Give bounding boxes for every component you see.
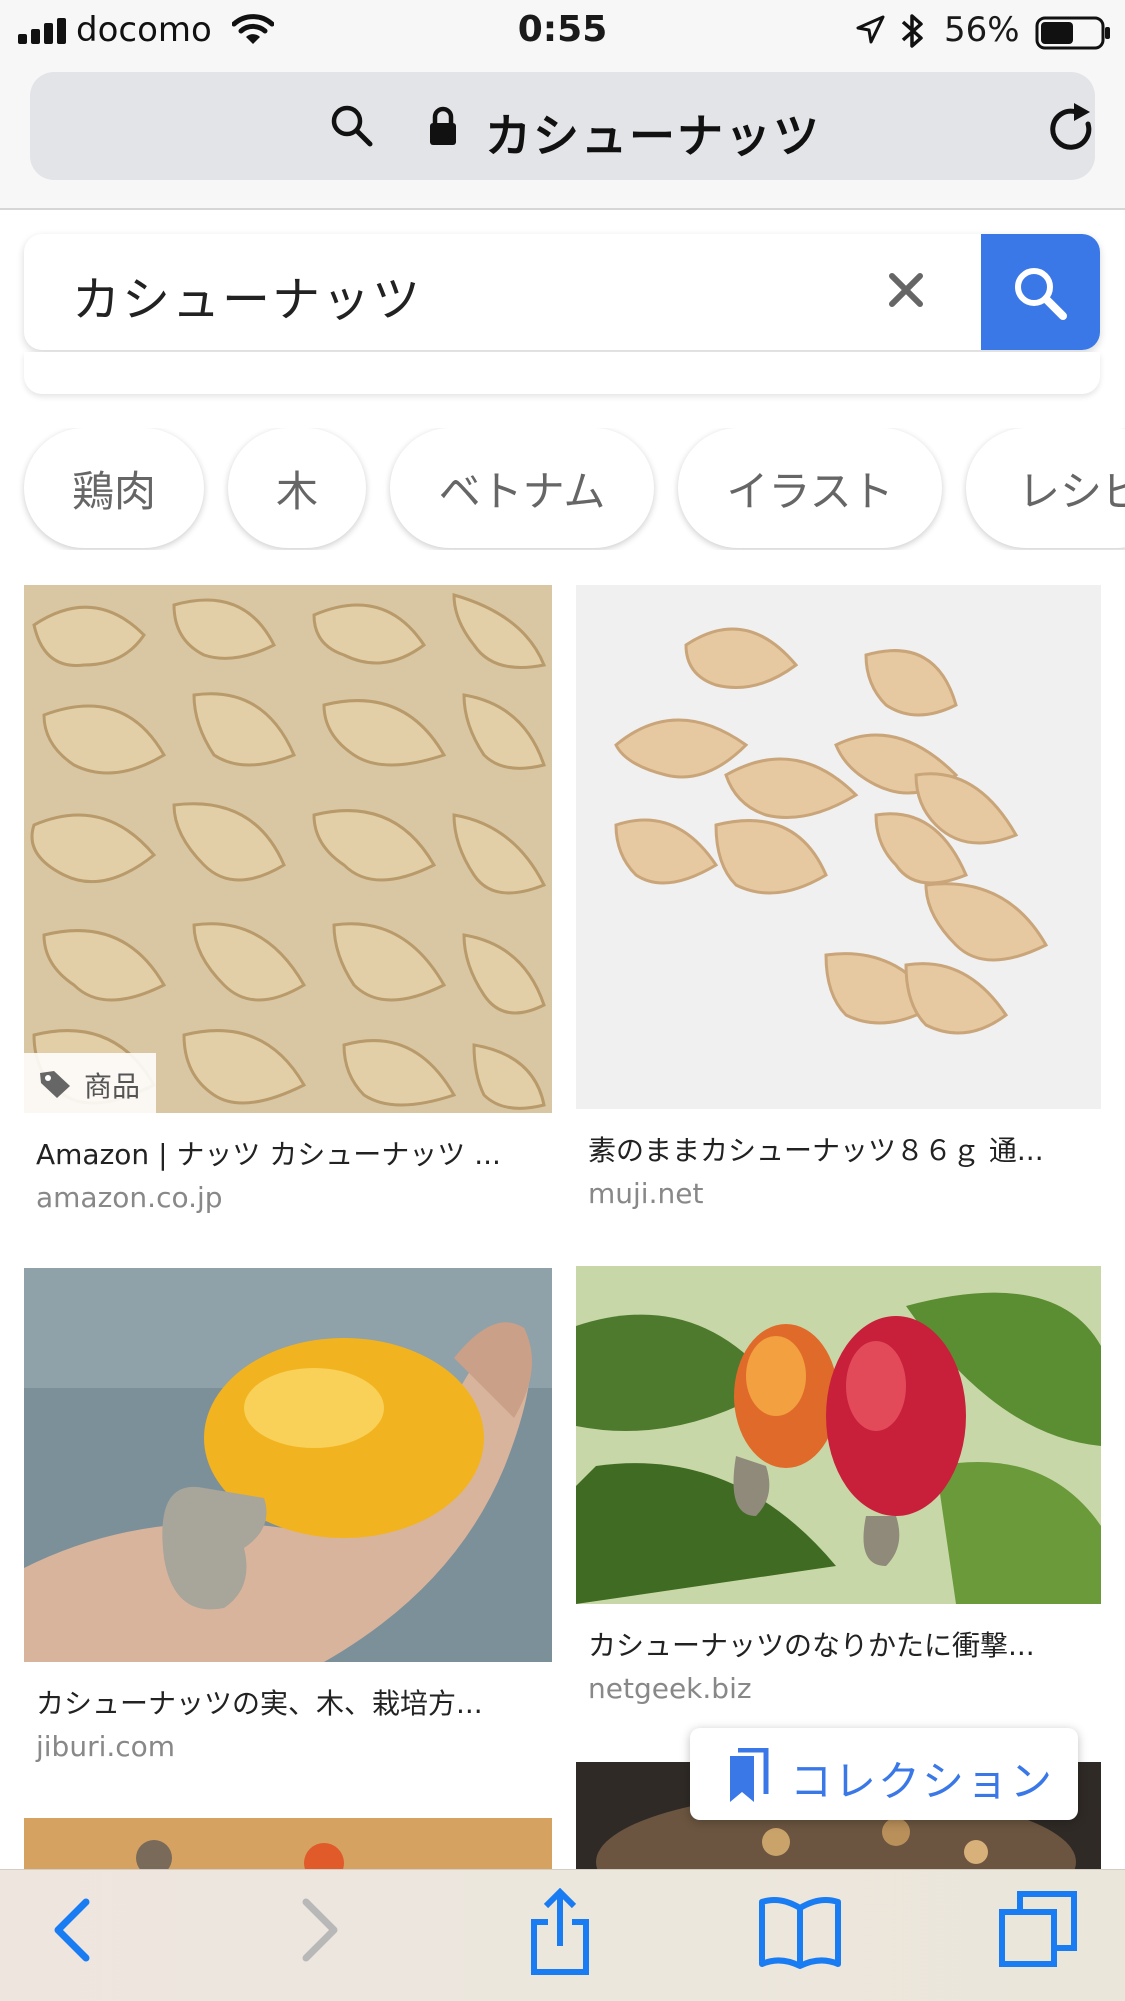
address-text: カシューナッツ — [485, 109, 821, 163]
search-box: カシューナッツ — [24, 234, 1100, 350]
image-result[interactable]: 商品 Amazon | ナッツ カシューナッツ ... amazon.co.jp — [24, 585, 552, 1225]
chip-recipe[interactable]: レシピ — [966, 428, 1125, 548]
result-domain: netgeek.biz — [588, 1672, 752, 1705]
location-arrow-icon — [856, 15, 885, 44]
status-bar: docomo 0:55 56% — [0, 0, 1125, 62]
reload-icon[interactable] — [1048, 102, 1098, 156]
bookmarks-icon[interactable] — [758, 1894, 842, 1970]
search-icon — [1015, 268, 1067, 320]
forward-icon[interactable] — [296, 1894, 344, 1966]
result-domain: amazon.co.jp — [36, 1181, 223, 1214]
share-icon[interactable] — [528, 1888, 592, 1976]
browser-address-area: カシューナッツ — [0, 62, 1125, 210]
result-image-partial[interactable] — [24, 1818, 552, 1869]
cashew-apples-tree-image — [576, 1266, 1101, 1604]
bluetooth-icon — [901, 14, 923, 48]
battery-icon — [1035, 16, 1110, 50]
chip-vietnam[interactable]: ベトナム — [390, 428, 654, 548]
result-image-cashew-apple-hand[interactable] — [24, 1268, 552, 1662]
result-title[interactable]: Amazon | ナッツ カシューナッツ ... — [36, 1133, 501, 1173]
product-badge: 商品 — [24, 1053, 156, 1113]
cashew-pile-image — [24, 585, 552, 1113]
cashews-white-image — [576, 585, 1101, 1109]
collection-button[interactable]: コレクション — [690, 1728, 1078, 1820]
back-icon[interactable] — [48, 1894, 96, 1966]
browser-toolbar — [0, 1869, 1125, 2001]
partial-image — [24, 1818, 552, 1869]
image-result[interactable]: カシューナッツのなりかたに衝撃... netgeek.biz — [576, 1266, 1101, 1716]
product-badge-label: 商品 — [84, 1070, 141, 1103]
result-title[interactable]: 素のままカシューナッツ８６ｇ 通... — [588, 1129, 1044, 1169]
result-title[interactable]: カシューナッツのなりかたに衝撃... — [588, 1624, 1035, 1664]
result-title[interactable]: カシューナッツの実、木、栽培方... — [36, 1682, 483, 1722]
clear-icon[interactable] — [886, 270, 926, 310]
related-search-chips: 鶏肉 木 ベトナム イラスト レシピ — [0, 428, 1125, 550]
image-result[interactable]: カシューナッツの実、木、栽培方... jiburi.com — [24, 1268, 552, 1768]
collection-label: コレクション — [790, 1757, 1055, 1806]
result-image-cashew-apples-tree[interactable] — [576, 1266, 1101, 1604]
bookmark-collection-icon — [730, 1748, 769, 1802]
search-box-underlay — [24, 352, 1100, 394]
result-domain: jiburi.com — [36, 1730, 176, 1763]
chip-chicken[interactable]: 鶏肉 — [24, 428, 204, 548]
search-button[interactable] — [981, 234, 1100, 350]
lock-icon — [430, 106, 456, 145]
battery-percent: 56% — [944, 10, 1020, 50]
search-input[interactable]: カシューナッツ — [72, 260, 422, 330]
search-icon — [331, 105, 373, 147]
chip-illustration[interactable]: イラスト — [678, 428, 942, 548]
result-domain: muji.net — [588, 1177, 704, 1210]
address-bar[interactable]: カシューナッツ — [30, 72, 1095, 180]
image-result[interactable]: 素のままカシューナッツ８６ｇ 通... muji.net — [576, 585, 1101, 1221]
result-image-raw-cashews[interactable]: 商品 — [24, 585, 552, 1113]
chip-tree[interactable]: 木 — [228, 428, 366, 548]
tabs-icon[interactable] — [998, 1890, 1078, 1970]
cashew-apple-hand-image — [24, 1268, 552, 1662]
result-image-cashews-white[interactable] — [576, 585, 1101, 1109]
tag-icon — [40, 1071, 70, 1098]
